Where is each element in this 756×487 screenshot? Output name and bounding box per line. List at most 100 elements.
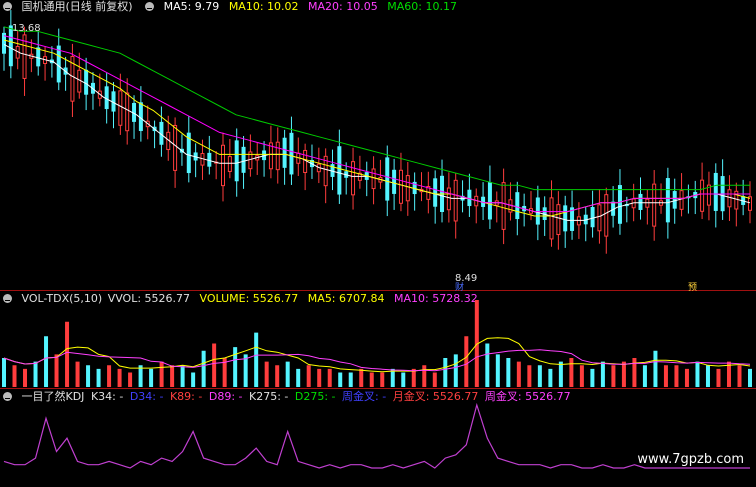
volume-bar: [275, 365, 280, 387]
volume-bar: [327, 368, 332, 387]
ma-line-ma60: [3, 26, 750, 191]
volume-bar: [548, 368, 553, 387]
candle-body: [453, 179, 458, 222]
volume-bar: [516, 361, 521, 387]
candle-body: [467, 189, 472, 207]
volume-bar: [527, 365, 532, 387]
candle-body: [604, 194, 609, 237]
volume-bar: [348, 372, 353, 387]
candle-body: [638, 193, 643, 210]
volume-bar: [506, 358, 511, 387]
candle-body: [597, 204, 602, 232]
volume-bar: [180, 365, 185, 387]
candle-body: [138, 102, 143, 132]
volume-bar: [264, 361, 269, 387]
volume-bar: [233, 347, 238, 387]
volume-bar: [674, 365, 679, 387]
volume-bar: [254, 332, 259, 387]
stock-chart[interactable]: 13.68 8.49 财 预: [0, 0, 756, 487]
candle-body: [727, 189, 732, 208]
volume-bar: [537, 365, 542, 387]
candle-body: [748, 196, 752, 211]
candle-body: [227, 156, 232, 172]
candle-body: [556, 204, 561, 236]
candle-body: [337, 146, 342, 195]
volume-bar: [495, 354, 500, 387]
volume-bar: [12, 365, 17, 387]
candle-body: [652, 183, 657, 227]
right-marker[interactable]: 预: [688, 282, 697, 293]
candle-body: [433, 178, 438, 207]
candle-body: [563, 205, 568, 232]
volume-bar: [159, 361, 164, 387]
volume-bar: [590, 368, 595, 387]
volume-bar: [317, 368, 322, 387]
candle-body: [446, 187, 451, 211]
volume-bar: [663, 365, 668, 387]
volume-bar: [632, 358, 637, 387]
volume-bar: [695, 361, 700, 387]
candle-body: [515, 192, 520, 220]
candle-body: [590, 206, 595, 228]
volume-bar: [23, 368, 28, 387]
candle-body: [706, 184, 711, 206]
volume-bar: [149, 368, 154, 387]
high-price-label: 13.68: [12, 23, 41, 34]
volume-bar: [117, 368, 122, 387]
candle-body: [275, 141, 280, 171]
volume-bar: [432, 372, 437, 387]
candle-body: [487, 182, 492, 220]
volume-bar: [579, 365, 584, 387]
volume-bar: [737, 365, 742, 387]
volume-bar: [716, 368, 721, 387]
candle-body: [77, 69, 82, 93]
candle-body: [303, 149, 308, 173]
volume-bar: [422, 365, 427, 387]
candle-body: [289, 132, 294, 175]
candle-body: [617, 185, 622, 224]
cai-marker[interactable]: 财: [455, 281, 464, 293]
candle-body: [405, 175, 410, 202]
volume-bar: [359, 368, 364, 387]
candle-body: [570, 207, 575, 231]
volume-bar: [54, 354, 59, 387]
candle-body: [36, 47, 41, 67]
candle-body: [282, 137, 287, 168]
watermark-text: www.7gpzb.com: [637, 452, 744, 467]
volume-bar: [443, 358, 448, 387]
candle-body: [221, 144, 226, 187]
candle-body: [549, 197, 554, 240]
candle-body: [118, 90, 123, 126]
candle-body: [234, 140, 239, 182]
volume-bar: [611, 365, 616, 387]
volume-bar: [600, 361, 605, 387]
volume-bar: [296, 368, 301, 387]
volume-bar: [485, 343, 490, 387]
vol-ma10-line: [3, 349, 751, 372]
volume-bar: [338, 372, 343, 387]
volume-bar: [212, 343, 217, 387]
candle-body: [392, 169, 397, 194]
volume-bar: [96, 368, 101, 387]
volume-bar: [170, 365, 175, 387]
volume-bar: [75, 361, 80, 387]
candle-body: [398, 169, 403, 204]
volume-bar: [2, 358, 6, 387]
candle-body: [371, 168, 376, 190]
volume-bar: [653, 350, 658, 387]
candle-body: [56, 45, 61, 83]
candle-body: [241, 146, 246, 173]
candle-body: [351, 161, 356, 196]
candle-body: [84, 69, 89, 95]
ma-line-ma5: [3, 43, 751, 221]
candle-body: [385, 157, 390, 201]
candle-body: [501, 182, 506, 230]
volume-bar: [380, 372, 385, 387]
vol-ma5-line: [3, 337, 751, 373]
ma-lines-group: [3, 26, 751, 221]
volume-bar: [201, 350, 206, 387]
volume-bar: [748, 368, 752, 387]
volume-bar: [401, 372, 406, 387]
candle-body: [535, 197, 540, 225]
candlestick-group: [2, 10, 752, 254]
